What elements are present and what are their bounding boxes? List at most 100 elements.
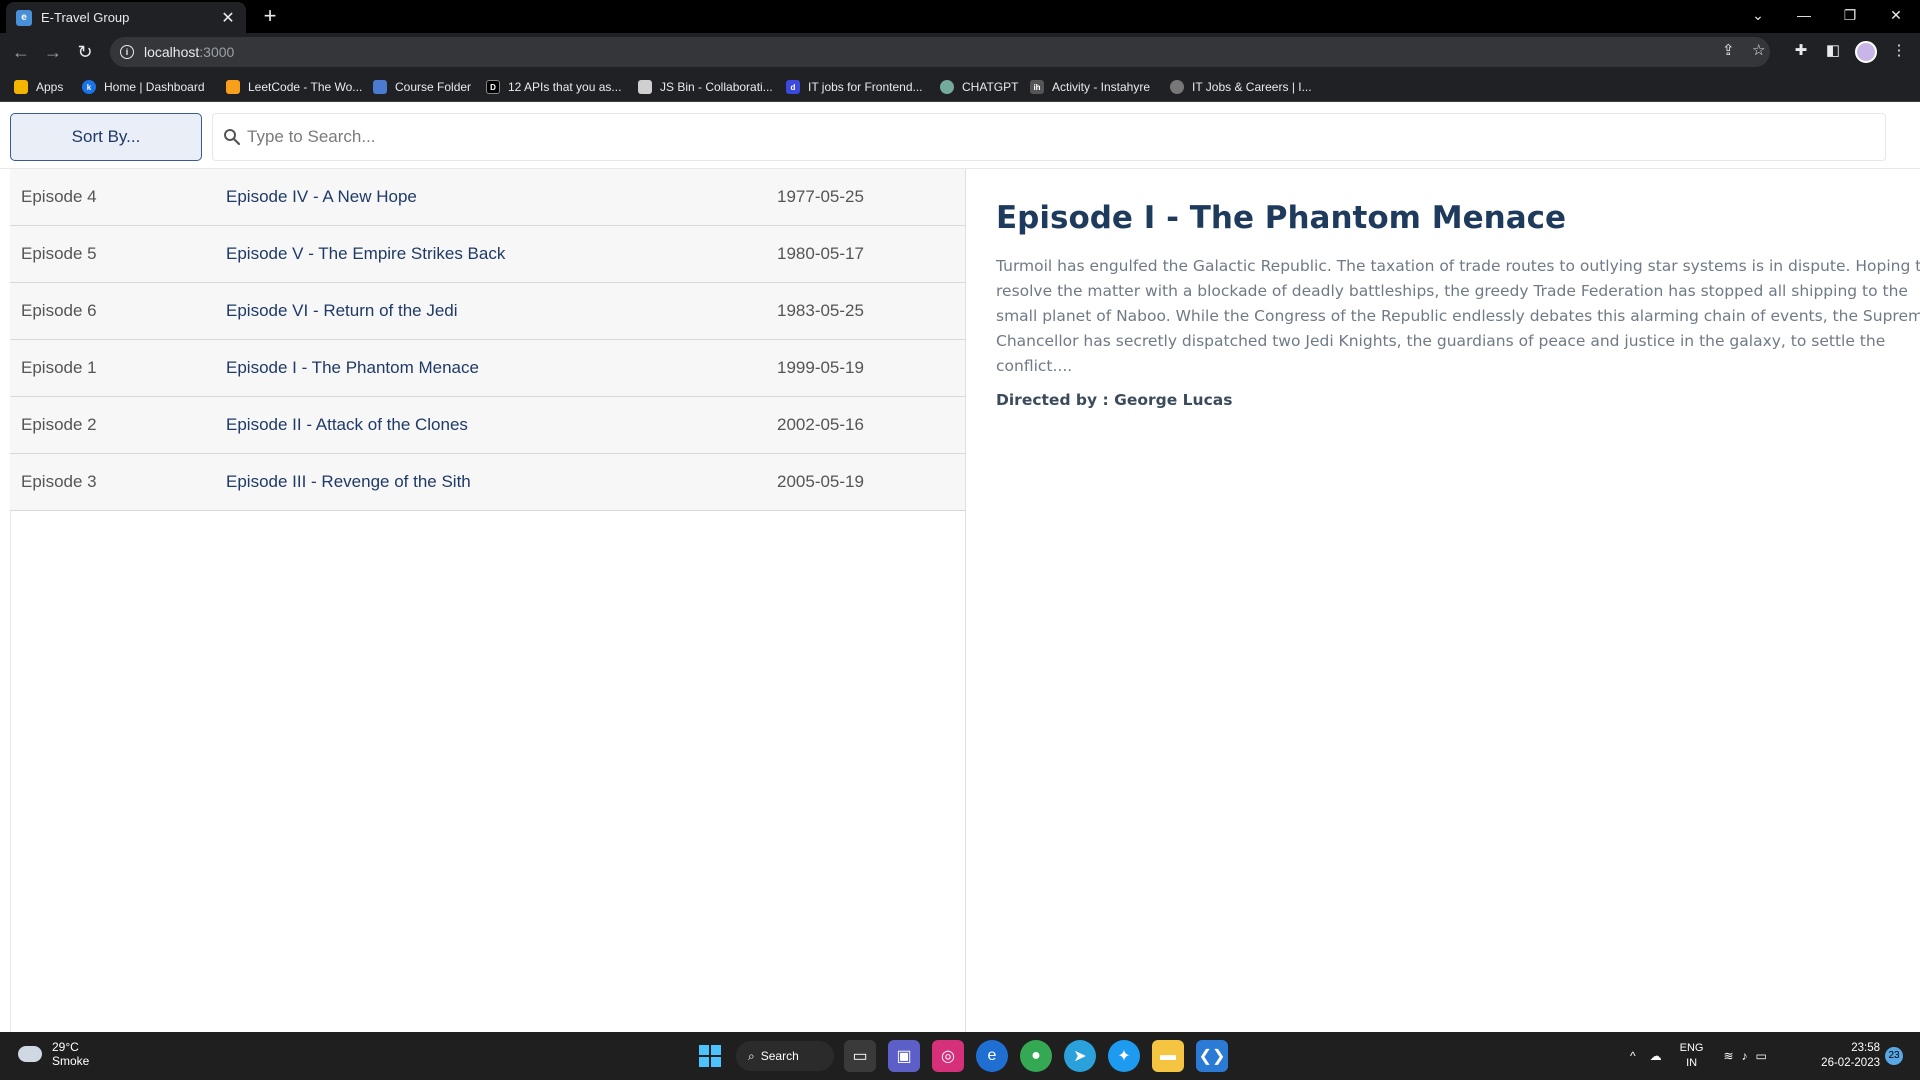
cloud-icon (18, 1046, 42, 1062)
episode-date: 2005-05-19 (777, 472, 864, 491)
new-tab-button[interactable]: + (258, 4, 282, 28)
twitter-icon[interactable]: ✦ (1108, 1040, 1140, 1072)
instahyre-icon: ih (1030, 80, 1044, 94)
episode-number: Episode 2 (21, 415, 97, 434)
notification-badge[interactable]: 23 (1885, 1047, 1903, 1065)
taskbar-search-label: Search (760, 1049, 799, 1063)
sort-by-button[interactable]: Sort By... (10, 113, 202, 161)
episode-number: Episode 4 (21, 187, 97, 206)
episode-date: 2002-05-16 (777, 415, 864, 434)
bookmark-it-jobs-careers[interactable]: IT Jobs & Careers | I... (1170, 77, 1312, 97)
profile-avatar[interactable] (1855, 41, 1877, 63)
forward-arrow-icon[interactable]: → (40, 39, 66, 65)
teams-chat-icon[interactable]: ▣ (888, 1040, 920, 1072)
browser-tab[interactable]: e E-Travel Group ✕ (6, 2, 246, 33)
k-icon: k (82, 80, 96, 94)
episode-date: 1999-05-19 (777, 358, 864, 377)
task-view-icon[interactable]: ▭ (844, 1040, 876, 1072)
tab-search-chevron-icon[interactable]: ⌄ (1735, 0, 1781, 30)
edge-browser-icon[interactable]: e (976, 1040, 1008, 1072)
episode-row[interactable]: Episode 2 Episode II - Attack of the Clo… (10, 397, 965, 454)
episode-row[interactable]: Episode 1 Episode I - The Phantom Menace… (10, 340, 965, 397)
episode-date: 1977-05-25 (777, 187, 864, 206)
side-panel-icon[interactable]: ◧ (1822, 41, 1844, 63)
episode-title: Episode V - The Empire Strikes Back (226, 244, 506, 263)
clock-time: 23:58 (1851, 1042, 1880, 1054)
episode-row[interactable]: Episode 3 Episode III - Revenge of the S… (10, 454, 965, 511)
language-indicator[interactable]: ENG IN (1680, 1041, 1704, 1071)
extensions-puzzle-icon[interactable]: ✚ (1790, 41, 1812, 63)
chrome-browser-icon[interactable]: ● (1020, 1040, 1052, 1072)
onedrive-cloud-icon[interactable]: ☁ (1650, 1049, 1662, 1063)
telegram-icon[interactable]: ➤ (1064, 1040, 1096, 1072)
clock-date: 26-02-2023 (1821, 1057, 1880, 1069)
browser-toolbar: ← → ↻ i localhost:3000 ⇪ ☆ ✚ ◧ ⋮ (0, 33, 1920, 71)
restore-button[interactable]: ❐ (1827, 0, 1873, 30)
reload-icon[interactable]: ↻ (72, 39, 98, 65)
close-window-button[interactable]: ✕ (1873, 0, 1919, 30)
bookmark-it-jobs-frontend[interactable]: d IT jobs for Frontend... (786, 77, 923, 97)
panel-divider (965, 169, 966, 1034)
address-bar[interactable]: i localhost:3000 (110, 37, 1770, 67)
close-tab-icon[interactable]: ✕ (220, 8, 236, 28)
bookmark-instahyre[interactable]: ih Activity - Instahyre (1030, 77, 1150, 97)
episode-title: Episode II - Attack of the Clones (226, 415, 468, 434)
leetcode-icon (226, 80, 240, 94)
site-favicon-icon: e (16, 9, 32, 26)
episode-title: Episode VI - Return of the Jedi (226, 301, 458, 320)
director-label: Directed by : George Lucas (996, 391, 1233, 409)
wifi-icon[interactable]: ≋ (1723, 1049, 1733, 1063)
tab-strip: e E-Travel Group ✕ + ⌄ — ❐ ✕ (0, 0, 1920, 33)
episode-number: Episode 6 (21, 301, 97, 320)
windows-start-icon[interactable] (694, 1040, 726, 1072)
weather-temp: 29°C (52, 1040, 79, 1054)
clock[interactable]: 23:58 26-02-2023 (1812, 1041, 1880, 1071)
app-page: Sort By... Episode 4 Episode IV - A New … (0, 102, 1920, 1034)
url-port: :3000 (199, 44, 235, 60)
vscode-icon[interactable]: ❮❯ (1196, 1040, 1228, 1072)
bookmark-home-dashboard[interactable]: k Home | Dashboard (82, 77, 205, 97)
dev-blue-icon: d (786, 80, 800, 94)
search-icon: ⌕ (748, 1048, 755, 1063)
episode-title: Episode III - Revenge of the Sith (226, 472, 471, 491)
system-tray: ^ ☁ ENG IN ≋ ♪ ▭ (1630, 1040, 1767, 1072)
episode-row[interactable]: Episode 5 Episode V - The Empire Strikes… (10, 226, 965, 283)
search-box[interactable] (212, 113, 1886, 161)
episode-number: Episode 3 (21, 472, 97, 491)
os-taskbar: 29°C Smoke ⌕ Search ▭ ▣ ◎ e ● ➤ ✦ ▬ ❮❯ ^… (0, 1032, 1920, 1080)
episode-number: Episode 1 (21, 358, 97, 377)
site-info-icon[interactable]: i (120, 45, 134, 59)
bookmark-chatgpt[interactable]: CHATGPT (940, 77, 1018, 97)
episode-list: Episode 4 Episode IV - A New Hope 1977-0… (10, 169, 965, 511)
bookmark-apps[interactable]: Apps (14, 77, 63, 97)
weather-widget[interactable]: 29°C Smoke (18, 1040, 89, 1068)
minimize-button[interactable]: — (1781, 0, 1827, 30)
episode-title: Episode IV - A New Hope (226, 187, 417, 206)
jobs-icon (1170, 80, 1184, 94)
bookmark-course-folder[interactable]: Course Folder (373, 77, 471, 97)
folder-icon (373, 80, 387, 94)
taskbar-search-button[interactable]: ⌕ Search (736, 1041, 834, 1071)
episode-row[interactable]: Episode 6 Episode VI - Return of the Jed… (10, 283, 965, 340)
battery-icon[interactable]: ▭ (1756, 1049, 1767, 1063)
url-host: localhost (144, 44, 200, 60)
tray-overflow-chevron-icon[interactable]: ^ (1630, 1049, 1636, 1063)
search-icon (224, 129, 241, 146)
share-icon[interactable]: ⇪ (1722, 41, 1735, 59)
episode-date: 1980-05-17 (777, 244, 864, 263)
browser-menu-icon[interactable]: ⋮ (1888, 41, 1910, 63)
apps-grid-icon (14, 80, 28, 94)
back-arrow-icon[interactable]: ← (8, 39, 34, 65)
bookmark-star-icon[interactable]: ☆ (1752, 41, 1765, 59)
episode-date: 1983-05-25 (777, 301, 864, 320)
volume-icon[interactable]: ♪ (1742, 1049, 1748, 1063)
file-explorer-icon[interactable]: ▬ (1152, 1040, 1184, 1072)
search-input[interactable] (247, 127, 1847, 147)
bookmark-js-bin[interactable]: JS Bin - Collaborati... (638, 77, 773, 97)
episode-detail-panel: Episode I - The Phantom Menace Turmoil h… (996, 200, 1920, 409)
bookmark-leetcode[interactable]: LeetCode - The Wo... (226, 77, 362, 97)
instagram-icon[interactable]: ◎ (932, 1040, 964, 1072)
episode-row[interactable]: Episode 4 Episode IV - A New Hope 1977-0… (10, 169, 965, 226)
bookmarks-bar: Apps k Home | Dashboard LeetCode - The Wo… (0, 71, 1920, 102)
bookmark-12-apis[interactable]: D 12 APIs that you as... (486, 77, 621, 97)
